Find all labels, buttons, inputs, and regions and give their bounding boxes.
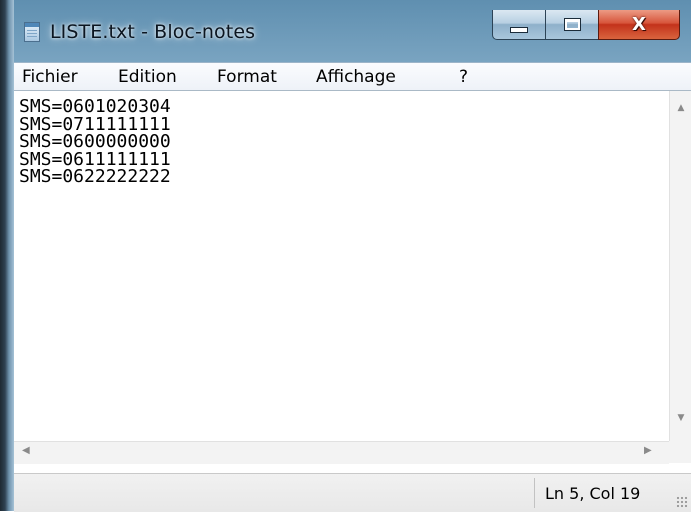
text-line[interactable]: SMS=0601020304 [19,98,659,116]
notepad-icon[interactable] [24,22,40,42]
status-divider [534,478,535,508]
scroll-up-icon[interactable]: ▲ [670,103,691,119]
scroll-right-icon[interactable]: ▶ [644,445,658,461]
title-bar[interactable]: LISTE.txt - Bloc-notes X [14,0,691,60]
scroll-down-icon[interactable]: ▼ [670,413,691,429]
window-border [0,0,14,511]
menu-edition[interactable]: Edition [118,67,177,87]
close-button[interactable]: X [598,10,680,40]
status-bar: Ln 5, Col 19 [14,473,691,512]
vertical-scrollbar[interactable]: ▲ ▼ [669,91,691,441]
menu-help[interactable]: ? [459,67,468,87]
text-line[interactable]: SMS=0622222222 [19,168,659,186]
text-editor[interactable]: SMS=0601020304 SMS=0711111111 SMS=060000… [14,90,691,474]
cursor-position: Ln 5, Col 19 [545,484,641,503]
menu-fichier[interactable]: Fichier [22,67,78,87]
window-title: LISTE.txt - Bloc-notes [50,21,256,43]
resize-grip-icon[interactable] [676,496,688,508]
minimize-button[interactable] [492,10,546,40]
caption-buttons: X [492,10,680,44]
maximize-button[interactable] [545,10,599,40]
menu-format[interactable]: Format [217,67,277,87]
text-area[interactable]: SMS=0601020304 SMS=0711111111 SMS=060000… [19,98,659,438]
menu-bar: Fichier Edition Format Affichage ? [14,62,691,90]
scroll-left-icon[interactable]: ◀ [22,445,36,461]
menu-affichage[interactable]: Affichage [316,67,396,87]
close-icon: X [632,14,646,35]
horizontal-scrollbar[interactable]: ◀ ▶ [14,441,669,464]
maximize-icon [563,18,581,31]
minimize-icon [510,26,528,33]
scroll-corner [669,441,691,463]
